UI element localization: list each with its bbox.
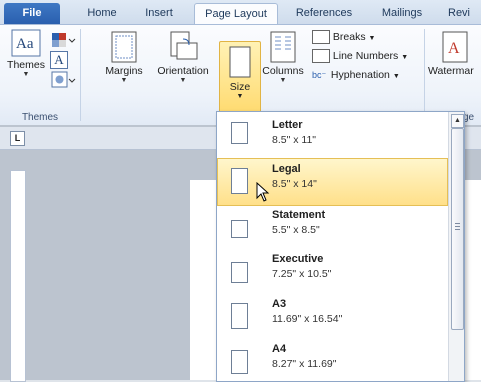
themes-button[interactable]: Aa Themes ▼ [4,29,48,79]
size-option-executive[interactable]: Executive 7.25" x 10.5" [217,250,448,298]
hyphenation-label: Hyphenation [330,69,390,81]
chevron-down-icon: ▼ [279,77,287,84]
tab-file[interactable]: File [4,3,60,24]
theme-effects-icon [51,71,76,88]
size-option-name: Letter [272,119,303,131]
chevron-down-icon: ▼ [179,77,187,84]
margins-label: Margins [105,65,143,77]
size-label: Size [229,81,251,93]
size-option-name: Statement [272,209,326,221]
page-statement-icon [231,220,248,238]
watermark-label: Watermar [428,65,474,77]
watermark-icon: A [442,31,468,63]
size-dropdown-menu: Letter 8.5" x 11" Legal 8.5" x 14" State… [216,111,465,382]
columns-button[interactable]: Columns ▼ [260,31,306,85]
vertical-ruler[interactable] [10,170,26,382]
breaks-icon [312,30,330,45]
size-option-a3[interactable]: A3 11.69" x 16.54" [217,295,448,343]
size-option-statement[interactable]: Statement 5.5" x 8.5" [217,206,448,254]
line-numbers-label: Line Numbers [332,50,399,62]
hyphenation-icon: bc⁻ [312,70,327,81]
size-option-a4[interactable]: A4 8.27" x 11.69" [217,340,448,381]
theme-effects-button[interactable] [50,71,76,89]
page-a3-icon [231,303,248,329]
theme-colors-icon [52,33,76,47]
tab-review[interactable]: Revi [448,3,481,24]
ribbon-tab-strip: File Home Insert Page Layout References … [0,0,481,25]
size-option-dimensions: 8.5" x 11" [272,134,317,146]
columns-icon [270,31,296,63]
line-numbers-icon [312,49,330,64]
size-option-dimensions: 8.27" x 11.69" [272,358,337,370]
size-option-dimensions: 11.69" x 16.54" [272,313,343,325]
scroll-thumb[interactable] [451,128,464,330]
dropdown-scrollbar[interactable]: ▲ [448,112,464,381]
svg-text:Aa: Aa [16,36,34,52]
mouse-cursor-icon [256,181,270,205]
page-a4-icon [231,350,248,374]
margins-icon [111,31,137,63]
size-option-name: A4 [272,343,287,355]
size-option-letter[interactable]: Letter 8.5" x 11" [217,114,448,162]
breaks-button[interactable]: Breaks ▼ [312,28,375,46]
svg-text:A: A [448,40,460,57]
tab-mailings[interactable]: Mailings [372,3,432,24]
page-background-group-label: ge [463,112,475,123]
orientation-button[interactable]: Orientation ▼ [150,31,216,85]
size-option-name: Executive [272,253,324,265]
watermark-button[interactable]: A Watermar [428,31,481,77]
line-numbers-button[interactable]: Line Numbers ▼ [312,47,408,65]
tab-selector[interactable]: L [10,131,25,146]
hyphenation-button[interactable]: bc⁻ Hyphenation ▼ [312,66,400,84]
page-legal-icon [231,168,248,194]
page-letter-icon [231,122,248,144]
themes-group-label: Themes [21,112,59,123]
orientation-label: Orientation [157,65,209,77]
tab-home[interactable]: Home [78,3,126,24]
theme-colors-button[interactable] [50,31,76,49]
theme-fonts-icon: A [50,51,68,69]
size-option-dimensions: 5.5" x 8.5" [272,224,320,236]
columns-label: Columns [262,65,304,77]
size-option-legal[interactable]: Legal 8.5" x 14" [217,158,448,206]
chevron-down-icon: ▼ [22,71,30,78]
chevron-down-icon: ▼ [392,73,400,80]
margins-button[interactable]: Margins ▼ [96,31,152,85]
chevron-down-icon: ▼ [401,54,409,61]
chevron-down-icon: ▼ [236,93,244,100]
size-option-name: A3 [272,298,287,310]
theme-fonts-button[interactable]: A [50,51,76,69]
size-option-dimensions: 7.25" x 10.5" [272,268,332,280]
breaks-label: Breaks [332,31,366,43]
chevron-down-icon: ▼ [368,35,376,42]
tab-page-layout[interactable]: Page Layout [194,3,278,25]
size-option-name: Legal [272,163,301,175]
size-option-dimensions: 8.5" x 14" [272,178,317,190]
chevron-down-icon: ▼ [120,77,128,84]
size-icon [220,42,260,81]
tab-insert[interactable]: Insert [136,3,182,24]
scroll-up-arrow-icon[interactable]: ▲ [451,114,464,128]
orientation-icon [168,31,198,63]
themes-icon: Aa [11,29,41,57]
themes-label: Themes [7,59,45,71]
page-executive-icon [231,262,248,283]
tab-references[interactable]: References [290,3,358,24]
